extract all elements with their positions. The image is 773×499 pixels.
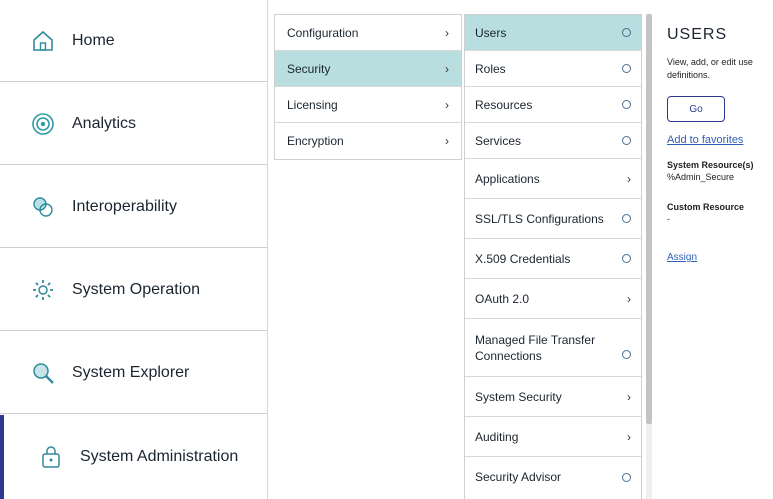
chevron-right-icon: › bbox=[627, 291, 631, 306]
analytics-icon bbox=[30, 111, 56, 137]
system-explorer-icon bbox=[30, 360, 56, 386]
menu-item-label: SSL/TLS Configurations bbox=[475, 211, 604, 226]
menu-item-services[interactable]: Services bbox=[465, 123, 641, 159]
menu-item-licensing[interactable]: Licensing › bbox=[275, 87, 461, 123]
circle-icon bbox=[622, 136, 631, 145]
menu-item-label: Configuration bbox=[287, 25, 359, 40]
menu-item-label: Security Advisor bbox=[475, 470, 562, 484]
menu-item-label: Users bbox=[475, 25, 507, 40]
menu-item-label: Roles bbox=[475, 61, 506, 76]
menu-item-x509-credentials[interactable]: X.509 Credentials bbox=[465, 239, 641, 279]
detail-panel: USERS View, add, or edit use definitions… bbox=[667, 14, 773, 263]
circle-icon bbox=[622, 350, 631, 359]
detail-description: View, add, or edit use definitions. bbox=[667, 56, 773, 82]
chevron-right-icon: › bbox=[445, 134, 449, 148]
menu-item-security-advisor[interactable]: Security Advisor bbox=[465, 457, 641, 497]
circle-icon bbox=[622, 214, 631, 223]
menu-item-applications[interactable]: Applications › bbox=[465, 159, 641, 199]
chevron-right-icon: › bbox=[445, 97, 449, 112]
nav-item-system-administration[interactable]: System Administration bbox=[0, 415, 268, 499]
system-administration-icon bbox=[38, 444, 64, 470]
menu-item-encryption[interactable]: Encryption › bbox=[275, 123, 461, 159]
chevron-right-icon: › bbox=[627, 389, 631, 404]
circle-icon bbox=[622, 472, 631, 482]
menu-item-label: Security bbox=[287, 61, 331, 76]
menu-item-label: OAuth 2.0 bbox=[475, 291, 530, 306]
menu-item-oauth[interactable]: OAuth 2.0 › bbox=[465, 279, 641, 319]
go-button[interactable]: Go bbox=[667, 96, 725, 122]
menu-item-label: Licensing bbox=[287, 97, 338, 112]
nav-item-system-explorer[interactable]: System Explorer bbox=[0, 332, 268, 414]
submenu-column-2: Users Roles Resources Services Applicati… bbox=[464, 14, 642, 499]
interoperability-icon bbox=[30, 194, 56, 220]
main-navigation: Home Analytics Interoperability System O… bbox=[0, 0, 268, 499]
menu-item-label: Applications bbox=[475, 171, 540, 186]
chevron-right-icon: › bbox=[445, 25, 449, 40]
nav-item-interoperability[interactable]: Interoperability bbox=[0, 166, 268, 248]
add-to-favorites-link[interactable]: Add to favorites bbox=[667, 134, 773, 146]
nav-item-label: System Administration bbox=[80, 448, 239, 465]
detail-description-line: definitions. bbox=[667, 70, 711, 80]
nav-item-system-operation[interactable]: System Operation bbox=[0, 249, 268, 331]
detail-title: USERS bbox=[667, 26, 728, 43]
circle-icon bbox=[622, 254, 631, 263]
menu-item-ssl-tls-configurations[interactable]: SSL/TLS Configurations bbox=[465, 199, 641, 239]
menu-item-label: Managed File Transfer Connections bbox=[475, 332, 596, 363]
nav-item-label: System Operation bbox=[72, 280, 201, 298]
menu-item-label: Encryption bbox=[287, 134, 344, 148]
custom-resource-value: - bbox=[667, 214, 670, 224]
menu-item-roles[interactable]: Roles bbox=[465, 51, 641, 87]
detail-description-line: View, add, or edit use bbox=[667, 57, 753, 67]
submenu-column-1: Configuration › Security › Licensing › E… bbox=[274, 14, 462, 160]
nav-item-label: Interoperability bbox=[72, 197, 177, 215]
menu-item-label: X.509 Credentials bbox=[475, 251, 571, 266]
menu-item-configuration[interactable]: Configuration › bbox=[275, 15, 461, 51]
chevron-right-icon: › bbox=[627, 171, 631, 186]
circle-icon bbox=[622, 64, 631, 73]
menu-item-label: System Security bbox=[475, 389, 562, 404]
nav-item-label: Analytics bbox=[72, 114, 137, 132]
menu-item-auditing[interactable]: Auditing › bbox=[465, 417, 641, 457]
menu-item-label: Services bbox=[475, 133, 522, 148]
circle-icon bbox=[622, 100, 631, 109]
circle-icon bbox=[622, 28, 631, 37]
system-resource-value: %Admin_Secure bbox=[667, 172, 735, 182]
nav-item-label: Home bbox=[72, 31, 115, 49]
assign-link[interactable]: Assign bbox=[667, 252, 773, 263]
menu-item-security[interactable]: Security › bbox=[275, 51, 461, 87]
menu-item-managed-file-transfer[interactable]: Managed File Transfer Connections bbox=[465, 319, 641, 377]
chevron-right-icon: › bbox=[445, 61, 449, 76]
system-operation-icon bbox=[30, 277, 56, 303]
scrollbar-thumb[interactable] bbox=[646, 14, 652, 424]
custom-resource-label: Custom Resource bbox=[667, 202, 745, 212]
menu-item-system-security[interactable]: System Security › bbox=[465, 377, 641, 417]
chevron-right-icon: › bbox=[627, 429, 631, 444]
menu-item-label: Resources bbox=[475, 97, 533, 112]
nav-item-label: System Explorer bbox=[72, 363, 190, 381]
scrollbar[interactable] bbox=[646, 14, 652, 499]
menu-item-users[interactable]: Users bbox=[465, 15, 641, 51]
system-resource-label: System Resource(s) bbox=[667, 160, 754, 170]
menu-item-label: Auditing bbox=[475, 429, 519, 444]
nav-item-analytics[interactable]: Analytics bbox=[0, 83, 268, 165]
menu-item-resources[interactable]: Resources bbox=[465, 87, 641, 123]
nav-item-home[interactable]: Home bbox=[0, 0, 268, 82]
home-icon bbox=[30, 28, 56, 54]
